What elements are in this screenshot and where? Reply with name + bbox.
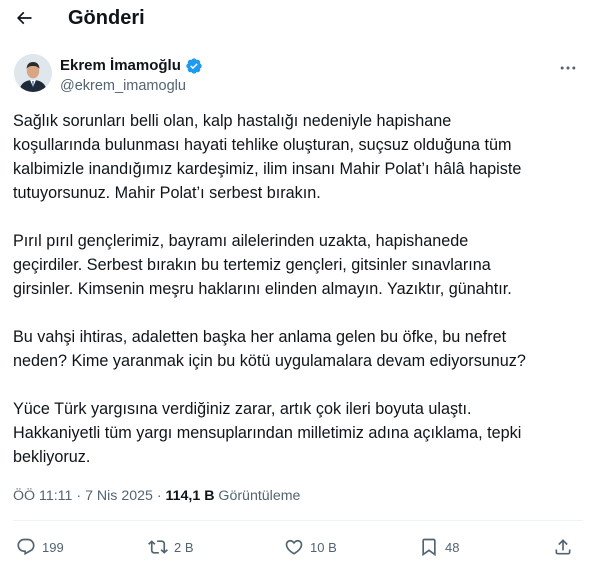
more-horizontal-icon	[560, 66, 576, 70]
reply-button[interactable]: 199	[16, 533, 64, 561]
avatar[interactable]	[14, 54, 52, 92]
bookmark-count: 48	[445, 539, 460, 555]
post-paragraph: Sağlık sorunları belli olan, kalp hastal…	[13, 112, 522, 202]
like-button[interactable]: 10 B	[284, 533, 337, 561]
views-label: Görüntüleme	[218, 488, 301, 504]
repost-count: 2 B	[174, 539, 194, 555]
author-handle[interactable]: @ekrem_imamoglu	[60, 77, 186, 95]
author-name[interactable]: Ekrem İmamoğlu	[60, 56, 181, 76]
bookmark-button[interactable]: 48	[419, 533, 459, 561]
back-button[interactable]	[12, 6, 36, 30]
reply-count: 199	[42, 539, 64, 555]
divider	[13, 520, 583, 521]
author-name-row: Ekrem İmamoğlu	[60, 56, 203, 76]
post-time[interactable]: ÖÖ 11:11	[13, 488, 72, 504]
like-count: 10 B	[310, 539, 337, 555]
heart-icon	[285, 539, 303, 555]
views-count: 114,1 B	[165, 488, 215, 504]
post-date[interactable]: 7 Nis 2025	[85, 488, 153, 504]
bookmark-icon	[422, 538, 436, 557]
top-bar: Gönderi	[0, 0, 596, 36]
share-icon	[555, 539, 571, 555]
post-paragraph: Yüce Türk yargısına verdiğiniz zarar, ar…	[13, 400, 522, 466]
post-text: Sağlık sorunları belli olan, kalp hastal…	[13, 109, 583, 493]
page-title: Gönderi	[68, 7, 145, 29]
verified-badge-icon	[185, 57, 203, 75]
more-options-button[interactable]	[556, 56, 580, 80]
repost-button[interactable]: 2 B	[148, 533, 194, 561]
post-paragraph: Bu vahşi ihtiras, adaletten başka her an…	[13, 328, 526, 370]
post-author: Ekrem İmamoğlu @ekrem_imamoglu	[14, 54, 582, 98]
post-paragraph: Pırıl pırıl gençlerimiz, bayramı aileler…	[13, 232, 512, 298]
share-button[interactable]	[553, 533, 573, 561]
meta-separator: ·	[156, 488, 162, 504]
repost-icon	[148, 540, 168, 554]
avatar-image	[14, 54, 52, 92]
arrow-left-icon	[16, 11, 32, 25]
meta-separator: ·	[76, 488, 82, 504]
action-bar: 199 2 B 10 B 48	[0, 533, 596, 561]
reply-icon	[17, 538, 35, 556]
post-meta: ÖÖ 11:11 · 7 Nis 2025 · 114,1 B Görüntül…	[13, 486, 300, 506]
